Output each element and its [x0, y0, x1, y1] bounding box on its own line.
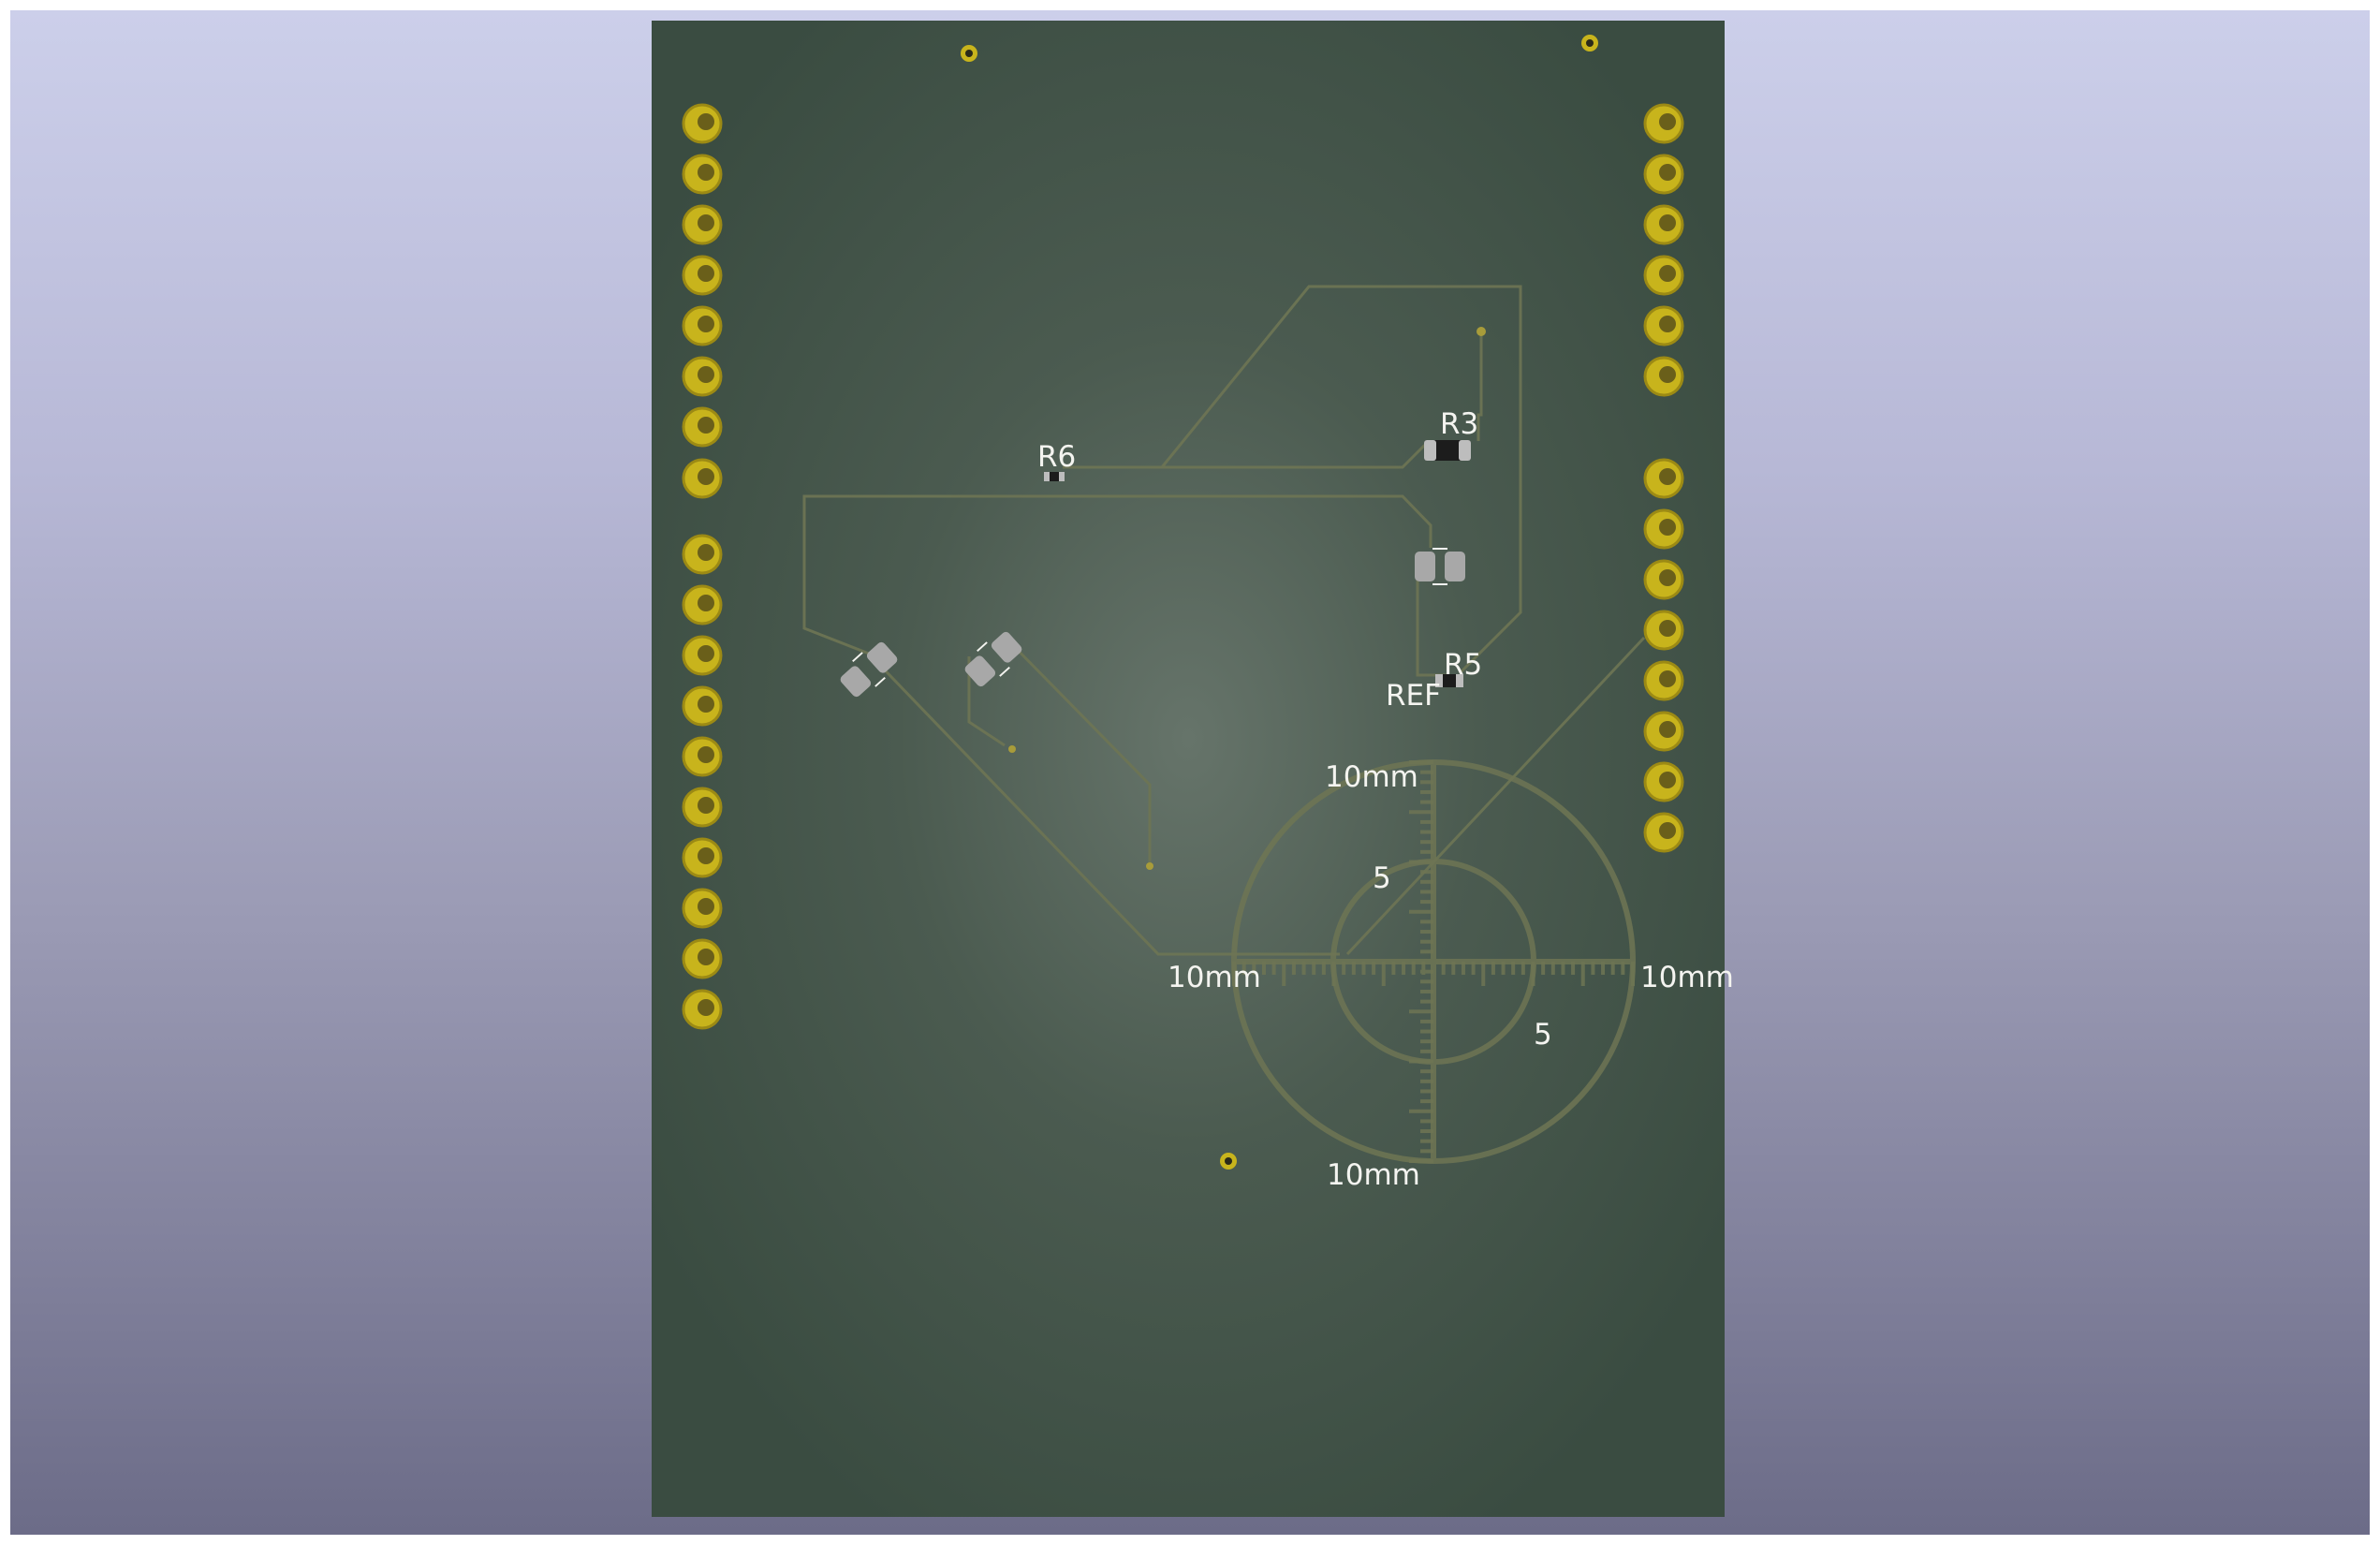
target-label-right: 10mm [1640, 961, 1734, 994]
pad-hole [698, 417, 714, 434]
pad-hole [698, 898, 714, 915]
pad-hole [698, 113, 714, 130]
pad-hole [1659, 113, 1676, 130]
pad-hole [1659, 670, 1676, 687]
pad-hole [1659, 519, 1676, 536]
ref-ref: REF [1386, 679, 1441, 713]
ref-r3: R3 [1440, 407, 1478, 441]
pad-hole [698, 797, 714, 814]
pad-hole [1659, 620, 1676, 637]
pad-hole [1659, 214, 1676, 231]
component-r3 [1424, 440, 1471, 461]
pad-hole [1659, 265, 1676, 282]
ref-r6: R6 [1037, 440, 1076, 474]
target-label-bottom: 10mm [1327, 1158, 1420, 1192]
pad-hole [698, 746, 714, 763]
pad-hole [1659, 468, 1676, 485]
pad-hole [1659, 316, 1676, 332]
target-label-top: 10mm [1325, 760, 1418, 794]
pad-hole [1659, 164, 1676, 181]
pad-hole [698, 949, 714, 965]
pad-hole [698, 645, 714, 662]
pad-hole [698, 265, 714, 282]
pad-hole [1659, 721, 1676, 738]
target-label-inner-left: 5 [1373, 861, 1391, 895]
target-label-inner-bottom: 5 [1534, 1018, 1552, 1052]
pad-hole [698, 999, 714, 1016]
pcb-board [652, 21, 1725, 1517]
pad-hole [698, 696, 714, 713]
pcb-render: R6 R3 R5 REF 10mm 10mm 10mm 10mm 5 5 [652, 21, 1734, 1517]
pad-hole [1659, 772, 1676, 788]
pad-hole [1659, 366, 1676, 383]
3d-viewer-canvas[interactable]: R6 R3 R5 REF 10mm 10mm 10mm 10mm 5 5 [10, 10, 2370, 1535]
pad-hole [698, 847, 714, 864]
target-label-left: 10mm [1168, 961, 1261, 994]
pad-hole [698, 366, 714, 383]
pad-hole [698, 468, 714, 485]
pad-hole [698, 214, 714, 231]
pin-header-right [1643, 103, 1684, 853]
pad-hole [698, 316, 714, 332]
pad-hole [698, 595, 714, 611]
pad-hole [1659, 822, 1676, 839]
ref-r5: R5 [1444, 648, 1482, 682]
pad-hole [698, 164, 714, 181]
pad-hole [1659, 569, 1676, 586]
pad-hole [698, 544, 714, 561]
